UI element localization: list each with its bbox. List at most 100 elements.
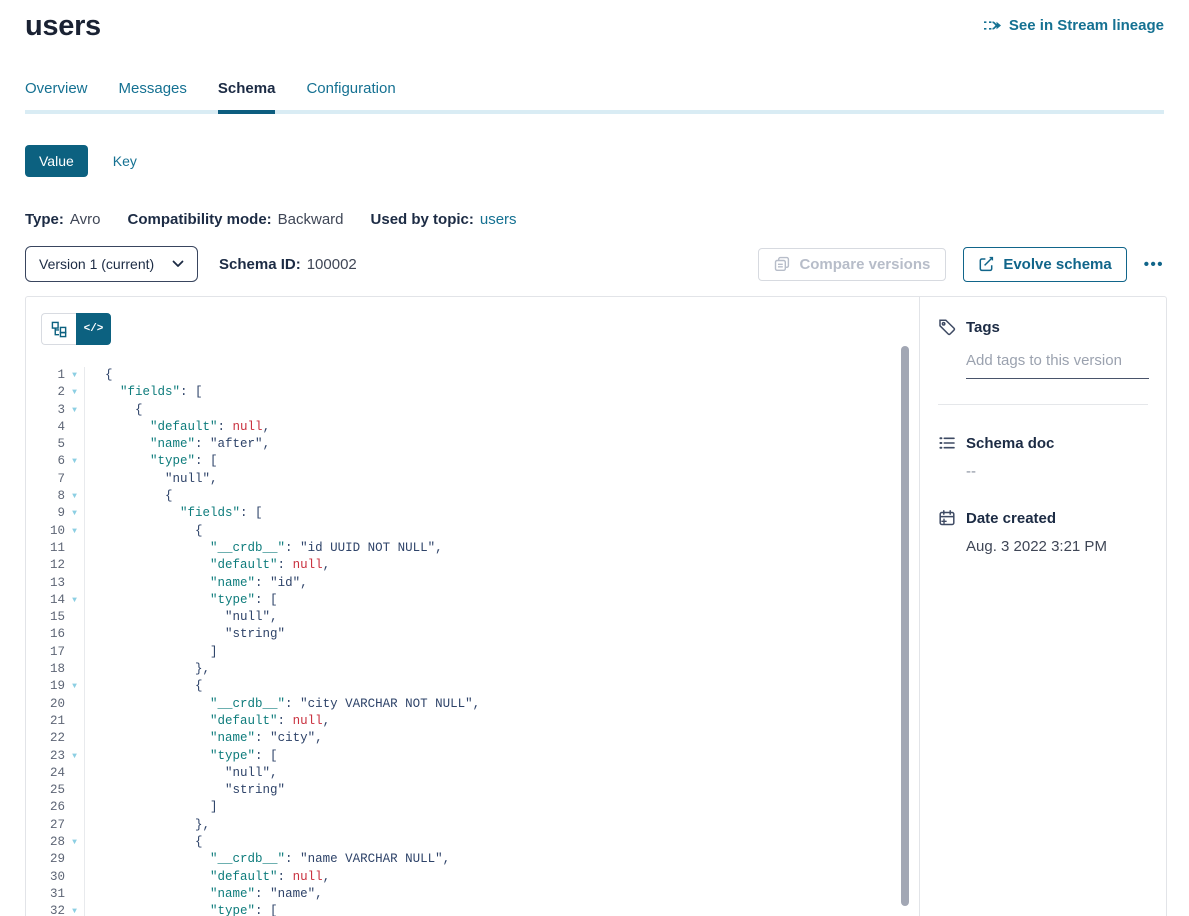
code-line: 27 }, — [41, 817, 919, 834]
tab-overview[interactable]: Overview — [25, 80, 88, 110]
schema-sidebar: Tags Schema doc -- — [919, 297, 1166, 916]
code-text: "default": null, — [85, 869, 330, 886]
fold-toggle-icon[interactable]: ▼ — [65, 367, 84, 384]
fold-toggle-icon[interactable]: ▼ — [65, 592, 84, 609]
line-number: 17 — [41, 644, 65, 661]
code-line: 5 "name": "after", — [41, 436, 919, 453]
code-line: 2▼ "fields": [ — [41, 384, 919, 401]
line-number: 8 — [41, 488, 65, 505]
list-icon — [938, 434, 956, 452]
schema-doc-value: -- — [966, 463, 1148, 480]
more-actions-button[interactable]: ••• — [1144, 252, 1164, 277]
code-text: "string" — [85, 782, 285, 799]
code-line: 17 ] — [41, 644, 919, 661]
fold-toggle-icon[interactable]: ▼ — [65, 488, 84, 505]
code-text: ] — [85, 644, 218, 661]
code-text: { — [85, 523, 203, 540]
code-text: "type": [ — [85, 592, 278, 609]
line-number: 21 — [41, 713, 65, 730]
tree-hierarchy-icon — [51, 321, 68, 338]
code-text: { — [85, 834, 203, 851]
fold-spacer — [65, 540, 84, 557]
calendar-plus-icon — [938, 509, 956, 527]
tab-schema[interactable]: Schema — [218, 80, 276, 110]
code-line: 8▼ { — [41, 488, 919, 505]
date-created-value: Aug. 3 2022 3:21 PM — [966, 538, 1148, 555]
line-number: 20 — [41, 696, 65, 713]
code-text: }, — [85, 661, 210, 678]
fold-toggle-icon[interactable]: ▼ — [65, 505, 84, 522]
fold-spacer — [65, 713, 84, 730]
tabs: Overview Messages Schema Configuration — [25, 80, 1164, 110]
fold-spacer — [65, 661, 84, 678]
code-line: 13 "name": "id", — [41, 575, 919, 592]
line-number: 6 — [41, 453, 65, 470]
line-number: 32 — [41, 903, 65, 916]
code-text: "name": "after", — [85, 436, 270, 453]
tree-view-button[interactable] — [41, 313, 76, 345]
see-in-stream-lineage-link[interactable]: See in Stream lineage — [983, 17, 1164, 34]
tab-messages[interactable]: Messages — [119, 80, 187, 110]
fold-toggle-icon[interactable]: ▼ — [65, 453, 84, 470]
code-text: "__crdb__": "id UUID NOT NULL", — [85, 540, 443, 557]
sidebar-divider — [938, 404, 1148, 405]
value-key-toggle: Value Key — [25, 145, 1164, 177]
line-number: 5 — [41, 436, 65, 453]
code-line: 22 "name": "city", — [41, 730, 919, 747]
tab-configuration[interactable]: Configuration — [306, 80, 395, 110]
code-text: "name": "name", — [85, 886, 323, 903]
version-select-value: Version 1 (current) — [39, 256, 154, 272]
code-line: 16 "string" — [41, 626, 919, 643]
code-line: 30 "default": null, — [41, 869, 919, 886]
view-toggle: </> — [41, 313, 111, 345]
fold-toggle-icon[interactable]: ▼ — [65, 523, 84, 540]
line-number: 2 — [41, 384, 65, 401]
schema-id: Schema ID: 100002 — [219, 256, 357, 273]
code-line: 28▼ { — [41, 834, 919, 851]
vertical-scrollbar[interactable] — [901, 346, 909, 906]
code-pane: </> 1▼{2▼ "fields": [3▼ {4 "default": nu… — [26, 297, 919, 916]
key-tab-button[interactable]: Key — [113, 153, 137, 169]
fold-toggle-icon[interactable]: ▼ — [65, 834, 84, 851]
fold-toggle-icon[interactable]: ▼ — [65, 748, 84, 765]
code-text: }, — [85, 817, 210, 834]
fold-spacer — [65, 730, 84, 747]
tags-input[interactable] — [966, 349, 1149, 379]
evolve-schema-button[interactable]: Evolve schema — [963, 247, 1126, 282]
schema-page: users See in Stream lineage Overview Mess… — [0, 0, 1189, 916]
code-line: 31 "name": "name", — [41, 886, 919, 903]
code-line: 21 "default": null, — [41, 713, 919, 730]
compare-versions-button[interactable]: Compare versions — [758, 248, 946, 281]
code-text: "__crdb__": "name VARCHAR NULL", — [85, 851, 450, 868]
version-select[interactable]: Version 1 (current) — [25, 246, 198, 282]
fold-toggle-icon[interactable]: ▼ — [65, 903, 84, 916]
date-created-header: Date created — [938, 509, 1148, 527]
fold-spacer — [65, 419, 84, 436]
schema-doc-header: Schema doc — [938, 434, 1148, 452]
code-text: "null", — [85, 471, 218, 488]
fold-spacer — [65, 436, 84, 453]
meta-label: Type: — [25, 211, 64, 228]
code-view-button[interactable]: </> — [76, 313, 111, 345]
meta-value-link[interactable]: users — [480, 211, 517, 228]
toolbar-actions: Compare versions Evolve schema ••• — [758, 247, 1164, 282]
page-header: users See in Stream lineage — [0, 0, 1189, 43]
schema-meta: Type:AvroCompatibility mode:BackwardUsed… — [25, 211, 1164, 228]
code-text: "string" — [85, 626, 285, 643]
fold-toggle-icon[interactable]: ▼ — [65, 402, 84, 419]
code-line: 29 "__crdb__": "name VARCHAR NULL", — [41, 851, 919, 868]
line-number: 23 — [41, 748, 65, 765]
code-line: 12 "default": null, — [41, 557, 919, 574]
line-number: 3 — [41, 402, 65, 419]
line-number: 11 — [41, 540, 65, 557]
schema-doc-section: Schema doc -- — [938, 434, 1148, 480]
fold-toggle-icon[interactable]: ▼ — [65, 384, 84, 401]
value-tab-button[interactable]: Value — [25, 145, 88, 177]
meta-value: Avro — [70, 211, 101, 228]
code-line: 18 }, — [41, 661, 919, 678]
line-number: 28 — [41, 834, 65, 851]
line-number: 16 — [41, 626, 65, 643]
fold-spacer — [65, 886, 84, 903]
fold-toggle-icon[interactable]: ▼ — [65, 678, 84, 695]
code-line: 26 ] — [41, 799, 919, 816]
